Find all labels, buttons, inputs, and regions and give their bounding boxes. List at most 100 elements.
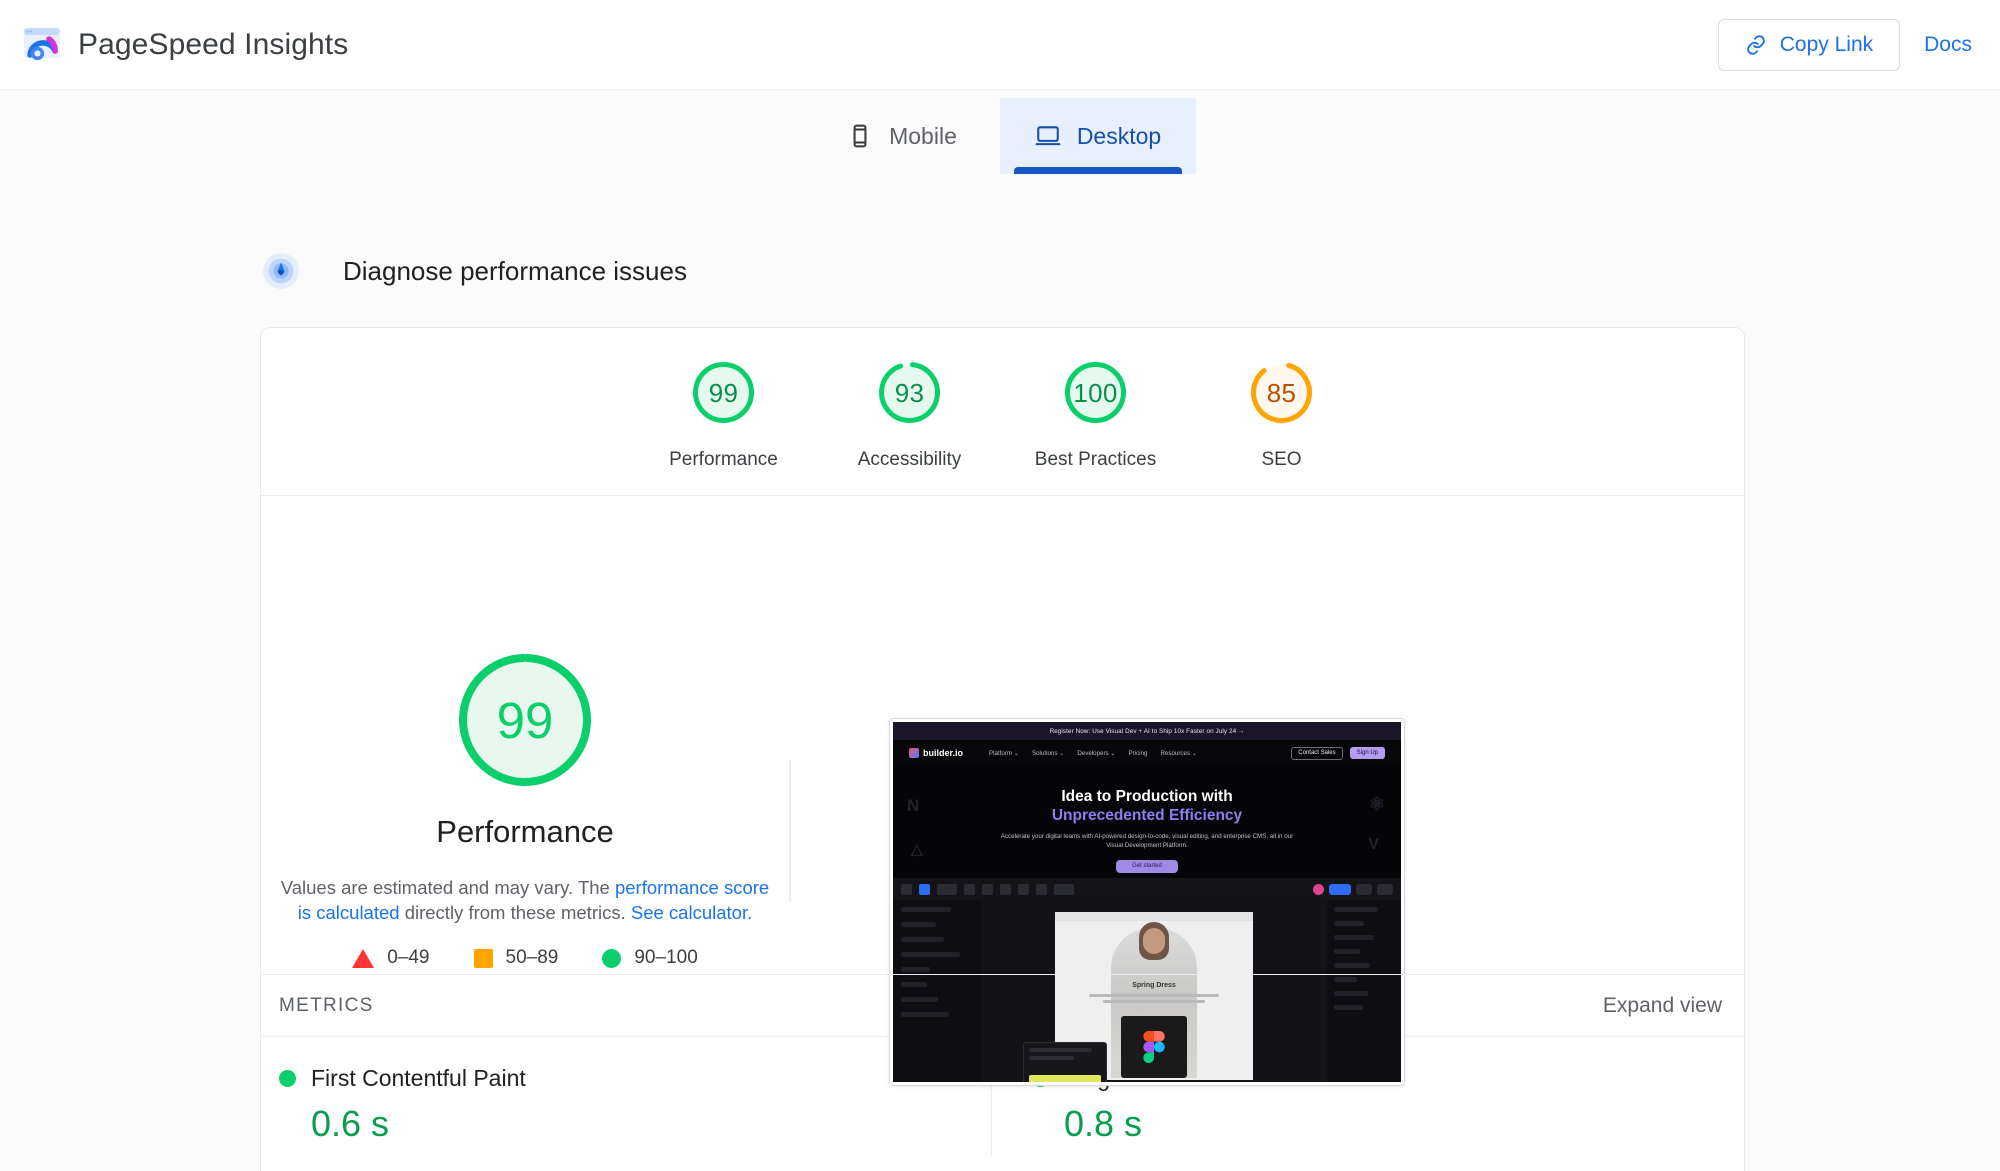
content-area: FIRST VIEW METRICS 12.4 FRAME VARIABLE F… [0,90,2000,1171]
thumbnail-brand-label: builder.io [923,748,964,758]
gauge-label: Best Practices [1034,449,1157,470]
disclaimer-text-1: Values are estimated and may vary. The [280,877,615,898]
legend-item-pass: 90–100 [602,947,698,969]
legend-item-average: 50–89 [473,947,559,969]
nav-item: Pricing [1128,749,1148,757]
vertical-divider [789,760,791,902]
gauge-value: 93 [894,377,925,408]
ghost-logo-react-icon: ⚛ [1368,794,1385,814]
panel-row [1334,907,1379,912]
sign-up-button: Sign Up [1349,747,1385,759]
score-gauge-performance[interactable]: 99 Performance [631,356,817,471]
score-gauge-best-practices[interactable]: 100 Best Practices [1003,356,1189,471]
gauge-ring: 100 [1059,356,1132,429]
tool-icon [1036,883,1047,895]
headline-line-2: Unprecedented Efficiency [1051,806,1243,824]
publish-button [1329,883,1351,895]
tool-icon [901,883,912,895]
tab-mobile-label: Mobile [889,122,957,149]
headline-line-1: Idea to Production with [1061,788,1233,805]
category-score-strip: 99 Performance 93 Accessibility 100 Best… [261,328,1744,496]
clipped-text-row: FIRST VIEW METRICS 12.4 FRAME VARIABLE F… [0,90,2000,93]
dialog-line [1029,1048,1093,1052]
model-face [1143,928,1165,954]
tool-icon [1000,883,1011,895]
lighthouse-icon [262,252,300,290]
tab-desktop-label: Desktop [1076,122,1162,149]
metrics-title: METRICS [279,994,374,1016]
thumbnail-navbar: builder.io Platform ⌄ Solutions ⌄ Develo… [893,740,1401,766]
avatar [1313,883,1324,895]
hero-section: 99 Performance Values are estimated and … [261,496,1744,1086]
clipped-text: FIRST VIEW METRICS [330,90,529,93]
performance-summary: 99 Performance Values are estimated and … [261,496,789,974]
panel-row [1334,921,1364,926]
metric-value: 0.6 s [311,1103,390,1144]
panel-row [901,907,952,912]
panel-row [1334,949,1361,954]
header-actions: Copy Link Docs [1717,18,1972,71]
disclaimer-text-2: directly from these metrics. [399,902,631,924]
gauge-ring: 93 [873,356,946,429]
app-title: PageSpeed Insights [78,27,349,61]
section-header: Diagnose performance issues [262,252,687,290]
gauge-label: Performance [669,449,778,470]
gauge-label: SEO [1261,449,1302,470]
tab-desktop[interactable]: Desktop [1000,98,1196,174]
metrics-header: METRICS Expand view [261,974,1744,1036]
pass-circle-icon [279,1070,296,1087]
score-legend: 0–49 50–89 90–100 [352,947,698,969]
score-disclaimer: Values are estimated and may vary. The p… [275,875,775,925]
builder-logo-icon [909,748,919,758]
metric-name: First Contentful Paint [311,1065,526,1091]
panel-row [901,967,930,972]
tool-icon [937,883,957,895]
thumbnail-subheadline: Accelerate your digital teams with AI-po… [1000,832,1294,849]
nav-item: Developers ⌄ [1077,749,1116,757]
brand[interactable]: PageSpeed Insights [22,25,348,65]
tool-icon [1018,883,1029,895]
triangle-marker-icon [352,948,375,968]
thumbnail-nav-items: Platform ⌄ Solutions ⌄ Developers ⌄ Pric… [989,750,1197,757]
contact-sales-button: Contact Sales [1291,746,1343,760]
expand-view-button[interactable]: Expand view [1603,994,1722,1018]
thumbnail-headline: Idea to Production with Unprecedented Ef… [893,788,1401,826]
editor-dialog [1023,1042,1107,1082]
score-gauge-seo[interactable]: 85 SEO [1189,356,1375,471]
legend-label: 50–89 [505,947,559,969]
gauge-label: Accessibility [857,449,962,470]
metric-name-row: First Contentful Paint [279,1065,991,1092]
metric-first-contentful-paint[interactable]: First Contentful Paint 0.6 s [261,1037,991,1156]
thumbnail-hero: N △ ⚛ V Idea to Production with Unpreced… [893,766,1401,878]
panel-row [1334,963,1370,968]
tab-mobile[interactable]: Mobile [804,98,1000,174]
thumbnail-nav-actions: Contact Sales Sign Up [1291,746,1385,760]
thumbnail-brand: builder.io [909,748,963,758]
tool-icon-selected [919,883,930,895]
see-calculator-link[interactable]: See calculator. [631,902,752,923]
copy-link-button[interactable]: Copy Link [1717,18,1901,71]
score-gauge-accessibility[interactable]: 93 Accessibility [817,356,1003,471]
gauge-value: 100 [1073,377,1118,408]
gauge-ring: 99 [687,356,760,429]
thumbnail-cta-button: Get started [1116,859,1178,873]
copy-link-label: Copy Link [1779,32,1874,56]
section-title: Diagnose performance issues [343,256,687,286]
ghost-logo-vue-icon: V [1368,836,1379,853]
mobile-icon [853,124,867,148]
gauge-ring: 85 [1245,356,1318,429]
desktop-icon [1035,126,1061,146]
legend-label: 90–100 [634,947,698,969]
form-factor-tabs: Mobile Desktop [0,98,2000,174]
editor-toolbar [893,878,1401,900]
nav-item: Solutions ⌄ [1031,749,1065,757]
gauge-value: 99 [708,377,739,408]
docs-link[interactable]: Docs [1924,33,1972,57]
panel-row [901,952,961,957]
zoom-control [1377,883,1393,895]
clipped-text: 100 OF 1 FRAME ITERATIONS [1275,90,1544,93]
panel-row [901,922,936,927]
gauge-value: 85 [1266,377,1297,408]
performance-label: Performance [436,814,614,849]
pagespeed-logo-icon [24,27,60,60]
